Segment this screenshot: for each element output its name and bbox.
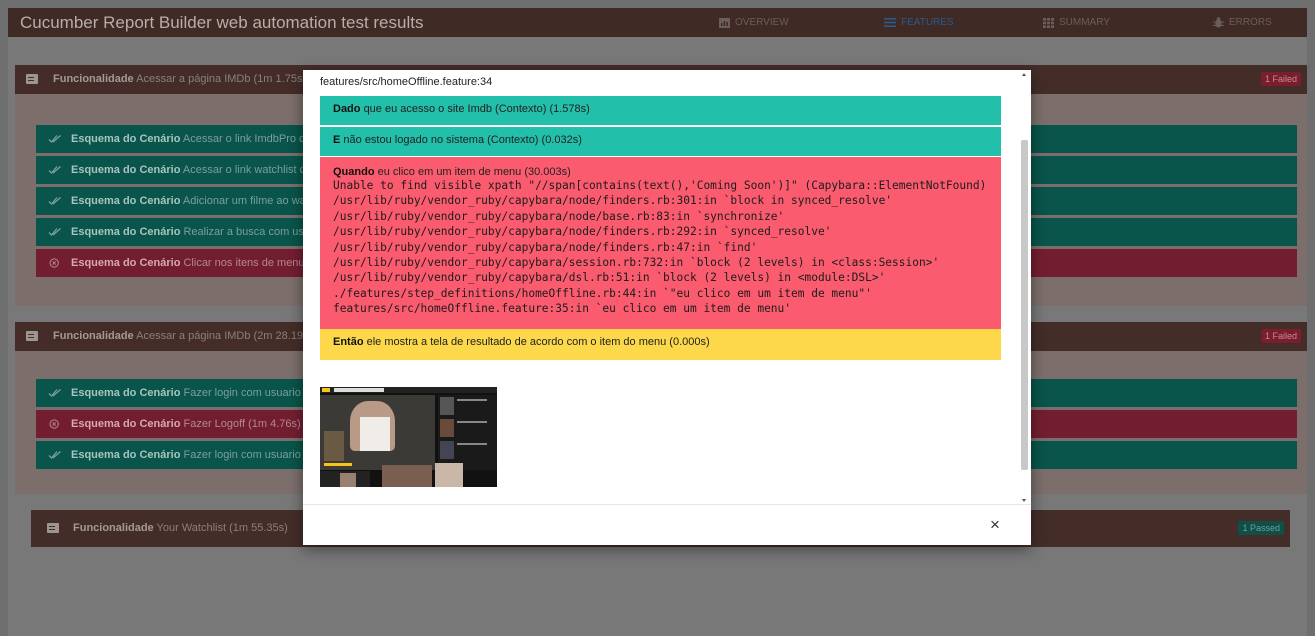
feature-name: Your Watchlist (1m 55.35s) [156,522,288,534]
modal-scrollbar[interactable] [1020,72,1029,502]
nav-summary-label: SUMMARY [1059,17,1110,28]
scenario-name: Fazer login com usuario Im [183,449,317,461]
scenario-name: Acessar o link ImdbPro con [182,133,317,145]
step-text: que eu acesso o site Imdb (Contexto) (1.… [363,103,590,115]
scenario-name: Fazer Logoff (1m 4.76s) [183,418,301,430]
feature-icon [26,74,38,84]
scenario-keyword: Esquema do Cenário [71,195,181,207]
failure-screenshot[interactable] [320,387,497,487]
scenario-name: Realizar a busca com usuar [183,226,320,238]
double-check-icon [48,197,61,205]
double-check-icon [48,135,61,143]
status-badge: 1 Failed [1260,72,1301,86]
error-line: /usr/lib/ruby/vendor_ruby/capybara/dsl.r… [333,271,886,285]
feature-name: Acessar a página IMDb (2m 28.19s) [136,330,313,342]
scenario-keyword: Esquema do Cenário [71,449,181,461]
step-row: Dado que eu acesso o site Imdb (Contexto… [320,96,1001,125]
step-text: ele mostra a tela de resultado de acordo… [366,336,710,348]
double-check-icon [48,389,61,397]
nav-overview-label: OVERVIEW [735,17,789,28]
list-icon [884,18,896,27]
error-line: /usr/lib/ruby/vendor_ruby/capybara/sessi… [333,256,940,270]
step-keyword: Quando [333,166,375,178]
modal-footer: × [303,504,1031,546]
error-line: features/src/homeOffline.feature:35:in `… [333,302,792,316]
nav-overview[interactable]: OVERVIEW [719,8,789,37]
modal-body: features/src/homeOffline.feature:34 Dado… [303,70,1020,504]
status-badge: 1 Failed [1260,329,1301,343]
error-line: /usr/lib/ruby/vendor_ruby/capybara/node/… [333,225,832,239]
error-line: /usr/lib/ruby/vendor_ruby/capybara/node/… [333,240,758,254]
app-title: Cucumber Report Builder web automation t… [20,13,424,32]
double-check-icon [48,451,61,459]
scenario-keyword: Esquema do Cenário [71,257,181,269]
bug-icon [1213,17,1224,28]
step-keyword: E [333,134,341,146]
error-line: /usr/lib/ruby/vendor_ruby/capybara/node/… [333,194,893,208]
step-keyword: Então [333,336,364,348]
feature-icon [26,331,38,341]
error-stacktrace: Unable to find visible xpath "//span[con… [333,178,988,317]
x-circle-icon [49,258,59,268]
scroll-up-icon[interactable] [1022,73,1026,76]
step-text: eu clico em um item de menu (30.003s) [377,166,571,178]
scenario-name: Fazer login com usuario Im [183,387,317,399]
app-bar: Cucumber Report Builder web automation t… [8,8,1307,37]
x-circle-icon [49,419,59,429]
error-line: Unable to find visible xpath "//span[con… [333,179,987,192]
scenario-name: Clicar nos itens de menu co [183,257,320,269]
scenario-name: Adicionar um filme ao watc [182,195,315,207]
step-row: E não estou logado no sistema (Contexto)… [320,127,1001,156]
step-text: não estou logado no sistema (Contexto) (… [343,134,582,146]
feature-keyword: Funcionalidade [53,330,134,342]
scenario-keyword: Esquema do Cenário [71,164,181,176]
nav-errors[interactable]: ERRORS [1213,8,1272,37]
feature-keyword: Funcionalidade [73,522,154,534]
scenario-keyword: Esquema do Cenário [71,226,181,238]
nav-errors-label: ERRORS [1229,17,1272,28]
scenario-keyword: Esquema do Cenário [71,387,181,399]
status-badge: 1 Passed [1238,521,1284,535]
chart-icon [719,17,730,28]
step-details-modal: features/src/homeOffline.feature:34 Dado… [303,70,1031,545]
close-button[interactable]: × [986,516,1004,534]
nav-features[interactable]: FEATURES [884,8,954,37]
grid-icon [1043,17,1054,28]
scenario-keyword: Esquema do Cenário [71,133,181,145]
feature-keyword: Funcionalidade [53,73,134,85]
scroll-down-icon[interactable] [1022,499,1026,502]
feature-icon [47,523,59,533]
feature-location: features/src/homeOffline.feature:34 [320,76,493,88]
nav-features-label: FEATURES [901,17,954,28]
step-row-failed: Quando eu clico em um item de menu (30.0… [320,157,1001,329]
feature-name: Acessar a página IMDb (1m 1.75s) [136,73,307,85]
error-line: /usr/lib/ruby/vendor_ruby/capybara/node/… [333,209,785,223]
step-row: Então ele mostra a tela de resultado de … [320,329,1001,360]
double-check-icon [48,166,61,174]
step-keyword: Dado [333,103,361,115]
double-check-icon [48,228,61,236]
scenario-name: Acessar o link watchlist con [182,164,318,176]
error-line: ./features/step_definitions/homeOffline.… [333,286,872,300]
nav-summary[interactable]: SUMMARY [1043,8,1110,37]
scrollbar-thumb[interactable] [1021,140,1028,470]
scenario-keyword: Esquema do Cenário [71,418,181,430]
